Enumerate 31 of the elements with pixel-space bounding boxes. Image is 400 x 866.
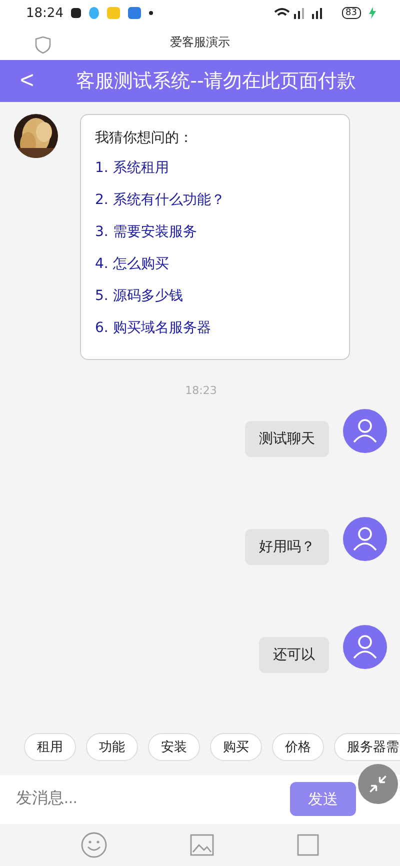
battery-indicator: 83 (342, 7, 361, 20)
message-bubble: 还可以 (259, 636, 329, 673)
timestamp: 18:23 (185, 384, 217, 397)
more-dot-icon (149, 11, 154, 16)
user-avatar-icon (343, 408, 387, 453)
quick-reply-chip[interactable]: 功能 (86, 732, 138, 761)
image-icon[interactable] (190, 834, 214, 856)
quick-reply-chip[interactable]: 租用 (24, 732, 76, 761)
question-link[interactable]: 1. 系统租用 (95, 158, 335, 191)
collapse-icon[interactable] (358, 764, 398, 804)
user-avatar-icon (343, 624, 387, 669)
status-time: 18:24 (26, 6, 64, 21)
message-bubble: 测试聊天 (245, 420, 329, 457)
shield-icon (35, 36, 51, 54)
quick-reply-chip[interactable]: 安装 (148, 732, 200, 761)
question-link[interactable]: 6. 购买域名服务器 (95, 318, 335, 351)
charging-icon (369, 7, 376, 20)
card-heading: 我猜你想问的： (95, 128, 194, 147)
quick-reply-chip[interactable]: 服务器需 (334, 732, 400, 761)
quick-reply-chip[interactable]: 价格 (272, 732, 324, 761)
user-avatar-icon (343, 516, 387, 561)
quick-reply-chip[interactable]: 购买 (210, 732, 262, 761)
message-bubble: 好用吗？ (245, 528, 329, 565)
question-link[interactable]: 5. 源码多少钱 (95, 286, 335, 319)
question-link[interactable]: 4. 怎么购买 (95, 254, 335, 287)
back-button[interactable]: < (0, 66, 46, 95)
question-link[interactable]: 2. 系统有什么功能？ (95, 190, 335, 223)
question-link[interactable]: 3. 需要安装服务 (95, 222, 335, 255)
header-title: 客服测试系统--请勿在此页面付款 (75, 68, 357, 94)
emoji-icon[interactable] (81, 832, 108, 858)
page-title: 爱客服演示 (170, 34, 230, 52)
